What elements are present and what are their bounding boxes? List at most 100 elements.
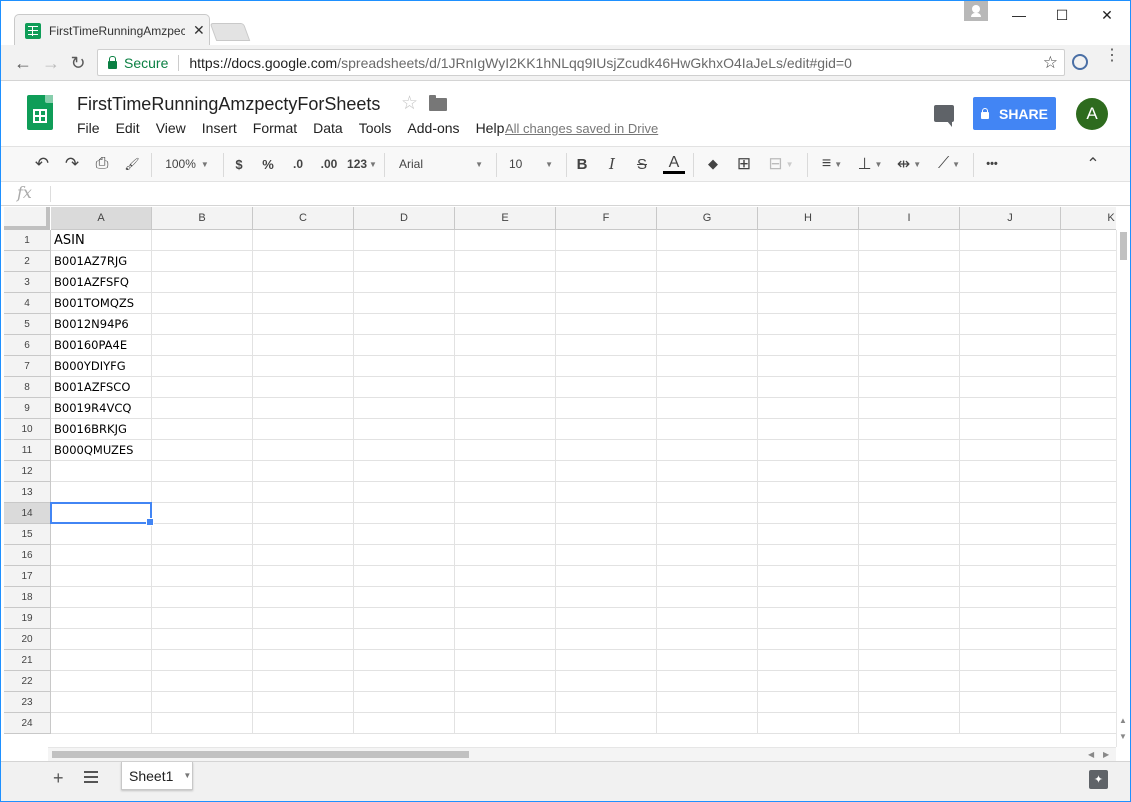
- cell-value[interactable]: B001AZFSCO: [54, 377, 130, 398]
- row-header[interactable]: 12: [4, 461, 51, 482]
- text-rotation-icon[interactable]: ⟋ ▼: [931, 147, 967, 181]
- row-header[interactable]: 11: [4, 440, 51, 461]
- new-tab-button[interactable]: [209, 23, 251, 41]
- cell-value[interactable]: B0019R4VCQ: [54, 398, 131, 419]
- bookmark-star-icon[interactable]: ☆: [1043, 53, 1058, 73]
- avatar[interactable]: A: [1076, 98, 1108, 130]
- tab-close-icon[interactable]: ✕: [193, 22, 205, 39]
- address-bar[interactable]: Secure https://docs.google.com/spreadshe…: [97, 49, 1065, 76]
- horizontal-align-icon[interactable]: ≡ ▼: [815, 147, 849, 181]
- font-select[interactable]: Arial ▼: [391, 147, 491, 181]
- browser-tab[interactable]: FirstTimeRunningAmzpec ✕: [14, 14, 210, 46]
- share-button[interactable]: SHARE: [973, 97, 1056, 130]
- column-header[interactable]: K: [1061, 207, 1116, 230]
- strikethrough-button[interactable]: S: [631, 147, 653, 181]
- cell-value[interactable]: B001AZ7RJG: [54, 251, 127, 272]
- menu-addons[interactable]: Add-ons: [407, 120, 459, 136]
- cell-value[interactable]: B000QMUZES: [54, 440, 133, 461]
- scroll-down-arrow-icon[interactable]: ▼: [1119, 732, 1127, 741]
- comments-icon[interactable]: [934, 105, 954, 127]
- maximize-button[interactable]: ☐: [1040, 1, 1084, 29]
- cell-value[interactable]: ASIN: [54, 230, 85, 251]
- menu-view[interactable]: View: [156, 120, 186, 136]
- scroll-up-arrow-icon[interactable]: ▲: [1119, 716, 1127, 725]
- row-header[interactable]: 7: [4, 356, 51, 377]
- menu-data[interactable]: Data: [313, 120, 343, 136]
- row-header[interactable]: 5: [4, 314, 51, 335]
- window-close-button[interactable]: ✕: [1085, 1, 1129, 29]
- menu-edit[interactable]: Edit: [116, 120, 140, 136]
- paint-format-icon[interactable]: 🖌: [119, 147, 145, 181]
- minimize-button[interactable]: —: [997, 1, 1041, 29]
- text-color-button[interactable]: A: [661, 147, 687, 181]
- row-header[interactable]: 13: [4, 482, 51, 503]
- sheet-tab[interactable]: Sheet1 ▼: [121, 762, 193, 790]
- active-cell-selection[interactable]: [50, 502, 154, 526]
- column-header[interactable]: H: [758, 207, 859, 230]
- row-header[interactable]: 6: [4, 335, 51, 356]
- collapse-toolbar-icon[interactable]: ⌃: [1081, 147, 1105, 181]
- column-header[interactable]: A: [51, 207, 152, 230]
- menu-file[interactable]: File: [77, 120, 100, 136]
- cell-value[interactable]: B001AZFSFQ: [54, 272, 129, 293]
- explore-icon[interactable]: ✦: [1089, 770, 1108, 789]
- column-header[interactable]: B: [152, 207, 253, 230]
- vertical-align-icon[interactable]: ⊥ ▼: [853, 147, 887, 181]
- row-header[interactable]: 8: [4, 377, 51, 398]
- cell-value[interactable]: B0016BRKJG: [54, 419, 127, 440]
- vertical-scroll-thumb[interactable]: [1120, 232, 1127, 260]
- font-size-select[interactable]: 10 ▼: [501, 147, 561, 181]
- row-header[interactable]: 1: [4, 230, 51, 251]
- cell-value[interactable]: B0012N94P6: [54, 314, 129, 335]
- extension-icon[interactable]: [1072, 54, 1088, 70]
- scroll-right-arrow-icon[interactable]: ▶: [1103, 750, 1109, 759]
- row-header[interactable]: 4: [4, 293, 51, 314]
- zoom-select[interactable]: 100% ▼: [159, 147, 215, 181]
- menu-tools[interactable]: Tools: [359, 120, 392, 136]
- scroll-left-arrow-icon[interactable]: ◀: [1088, 750, 1094, 759]
- row-header[interactable]: 15: [4, 524, 51, 545]
- chevron-down-icon[interactable]: ▼: [183, 771, 191, 780]
- more-formats-select[interactable]: 123 ▼: [345, 147, 379, 181]
- folder-icon[interactable]: [429, 95, 447, 111]
- formula-input[interactable]: [57, 186, 1107, 202]
- merge-cells-icon[interactable]: ⊟ ▼: [763, 147, 799, 181]
- select-all-corner[interactable]: [4, 207, 50, 230]
- percent-format-button[interactable]: %: [257, 147, 279, 181]
- row-header[interactable]: 23: [4, 692, 51, 713]
- row-header[interactable]: 2: [4, 251, 51, 272]
- column-header[interactable]: E: [455, 207, 556, 230]
- borders-icon[interactable]: ⊞: [732, 147, 756, 181]
- horizontal-scroll-thumb[interactable]: [52, 751, 469, 758]
- column-header[interactable]: C: [253, 207, 354, 230]
- print-icon[interactable]: ⎙: [89, 147, 115, 181]
- save-status-link[interactable]: All changes saved in Drive: [505, 121, 658, 136]
- text-wrapping-icon[interactable]: ⇹ ▼: [891, 147, 927, 181]
- horizontal-scrollbar[interactable]: ◀ ▶: [48, 747, 1116, 761]
- row-header[interactable]: 14: [4, 503, 51, 524]
- all-sheets-icon[interactable]: [84, 771, 98, 783]
- menu-format[interactable]: Format: [253, 120, 297, 136]
- italic-button[interactable]: I: [601, 147, 623, 181]
- star-icon[interactable]: ☆: [401, 92, 418, 115]
- fill-color-icon[interactable]: ◆: [701, 147, 725, 181]
- decrease-decimal-button[interactable]: .0: [285, 147, 311, 181]
- browser-menu-icon[interactable]: ⋮: [1104, 48, 1120, 64]
- menu-insert[interactable]: Insert: [202, 120, 237, 136]
- column-header[interactable]: D: [354, 207, 455, 230]
- row-header[interactable]: 22: [4, 671, 51, 692]
- row-header[interactable]: 18: [4, 587, 51, 608]
- menu-help[interactable]: Help: [476, 120, 505, 136]
- undo-icon[interactable]: ↶: [29, 147, 55, 181]
- vertical-scrollbar[interactable]: ▲ ▼: [1116, 230, 1130, 747]
- cell-value[interactable]: B001TOMQZS: [54, 293, 134, 314]
- currency-format-button[interactable]: $: [229, 147, 249, 181]
- row-header[interactable]: 17: [4, 566, 51, 587]
- back-arrow-icon[interactable]: ←: [9, 49, 37, 77]
- document-title[interactable]: FirstTimeRunningAmzpectyForSheets: [77, 94, 380, 115]
- column-header[interactable]: F: [556, 207, 657, 230]
- row-header[interactable]: 20: [4, 629, 51, 650]
- bold-button[interactable]: B: [571, 147, 593, 181]
- row-header[interactable]: 16: [4, 545, 51, 566]
- row-header[interactable]: 9: [4, 398, 51, 419]
